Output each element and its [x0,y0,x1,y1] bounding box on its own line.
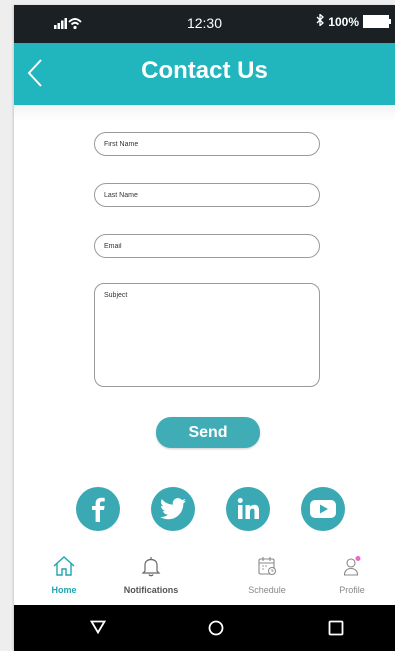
tab-notifications[interactable]: Notifications [116,555,186,595]
youtube-button[interactable] [301,487,345,531]
recents-nav-button[interactable] [328,620,344,641]
page-title: Contact Us [141,57,268,84]
email-input[interactable] [94,234,320,258]
android-nav-bar [14,605,395,651]
bell-icon [141,557,161,577]
home-icon [53,556,75,576]
twitter-button[interactable] [151,487,195,531]
subject-textarea[interactable] [94,283,320,387]
tab-notifications-label: Notifications [123,585,179,595]
header-shadow [14,105,395,121]
linkedin-icon [237,498,259,519]
facebook-icon [92,497,105,522]
tab-schedule[interactable]: Schedule [232,555,302,595]
app-header: Contact Us [14,43,395,105]
calendar-icon [258,557,276,575]
tab-profile-label: Profile [339,585,365,595]
square-recents-icon [328,620,344,636]
first-name-input[interactable] [94,132,320,156]
back-nav-button[interactable] [89,620,107,639]
phone-screen: 12:30 100% Contact Us Send [14,5,395,651]
tab-home[interactable]: Home [29,555,99,595]
linkedin-button[interactable] [226,487,270,531]
bluetooth-icon [316,13,325,29]
battery-icon [363,15,391,28]
twitter-icon [160,498,186,520]
status-right: 100% [316,13,391,29]
facebook-button[interactable] [76,487,120,531]
tab-schedule-label: Schedule [248,585,286,595]
circle-home-icon [208,620,224,636]
last-name-input[interactable] [94,183,320,207]
tab-home-label: Home [51,585,77,595]
triangle-back-icon [89,620,107,635]
youtube-icon [310,500,336,518]
tab-profile[interactable]: Profile [317,555,387,595]
status-bar: 12:30 100% [14,5,395,43]
bottom-tab-bar: Home Notifications Schedule Profile [14,547,395,603]
notification-dot [355,556,361,561]
home-nav-button[interactable] [208,620,224,641]
profile-icon [343,556,361,576]
send-button[interactable]: Send [156,417,260,448]
battery-percent: 100% [328,14,359,29]
